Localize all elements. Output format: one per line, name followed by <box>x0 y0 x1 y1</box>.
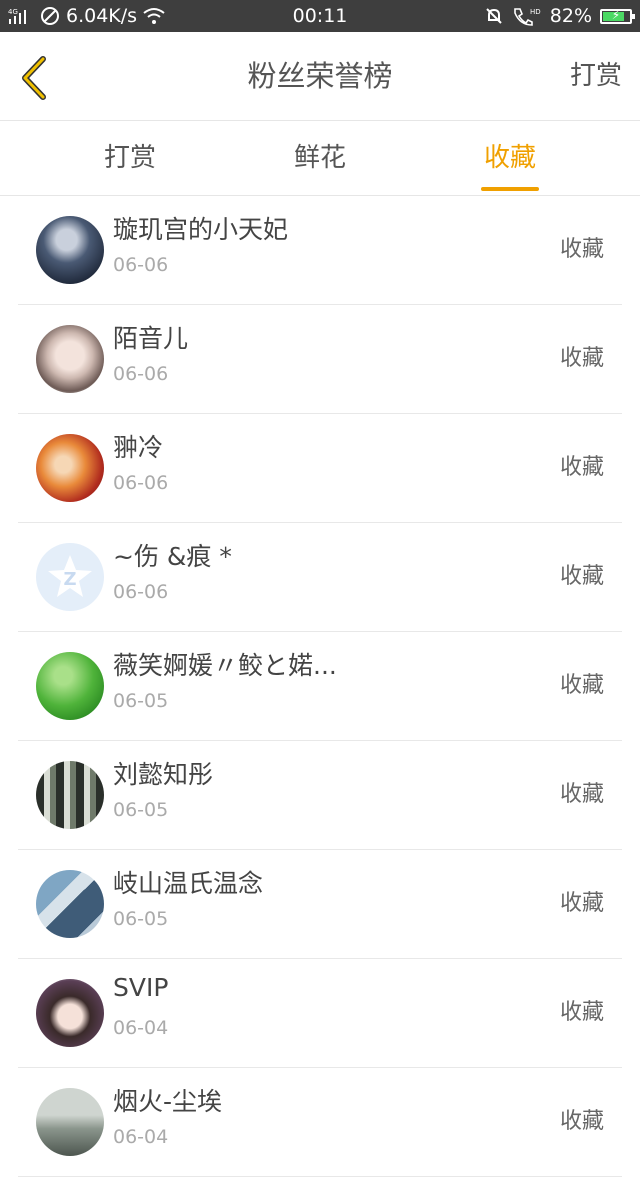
avatar[interactable] <box>36 979 104 1047</box>
fan-name: 璇玑宫的小天妃 <box>113 215 289 244</box>
fan-type: 收藏 <box>559 891 604 916</box>
app-header: 粉丝荣誉榜 打赏 <box>0 32 640 121</box>
tab-favorites[interactable]: 收藏 <box>450 121 570 195</box>
reward-button[interactable]: 打赏 <box>570 32 622 120</box>
fan-date: 06-06 <box>113 472 169 494</box>
avatar[interactable] <box>36 216 104 284</box>
svg-text:Z: Z <box>63 569 76 590</box>
fan-date: 06-04 <box>113 1126 169 1148</box>
list-item[interactable]: 烟火-尘埃 06-04 收藏 <box>18 1068 622 1177</box>
avatar[interactable] <box>36 652 104 720</box>
tab-flowers[interactable]: 鲜花 <box>260 121 380 195</box>
fan-type: 收藏 <box>559 1109 604 1134</box>
svg-text:HD: HD <box>530 8 541 16</box>
hd-call-icon: HD <box>512 6 542 26</box>
fan-type: 收藏 <box>559 564 604 589</box>
fan-date: 06-05 <box>113 799 169 821</box>
status-bar: 4G 6.04K/s 00:11 HD 82% ⚡ <box>0 0 640 32</box>
fan-name: 薇笑婀媛〃鲛と婼... <box>113 651 337 680</box>
battery-icon: ⚡ <box>600 8 635 24</box>
fan-type: 收藏 <box>559 346 604 371</box>
list-item[interactable]: 岐山温氏温念 06-05 收藏 <box>18 850 622 959</box>
tab-favorites-label: 收藏 <box>483 143 536 173</box>
fan-date: 06-04 <box>113 1017 169 1039</box>
list-item[interactable]: 璇玑宫的小天妃 06-06 收藏 <box>18 196 622 305</box>
mute-bell-icon <box>484 6 504 26</box>
fan-type: 收藏 <box>559 1000 604 1025</box>
page-title: 粉丝荣誉榜 <box>247 59 393 93</box>
fan-date: 06-06 <box>113 363 169 385</box>
fan-name: 烟火-尘埃 <box>113 1087 223 1116</box>
active-tab-indicator <box>481 187 539 191</box>
avatar[interactable]: Z <box>36 543 104 611</box>
list-item[interactable]: 翀冷 06-06 收藏 <box>18 414 622 523</box>
fan-name: 陌音儿 <box>113 324 189 353</box>
fan-type: 收藏 <box>559 455 604 480</box>
fan-date: 06-05 <box>113 690 169 712</box>
tab-reward[interactable]: 打赏 <box>70 121 190 195</box>
fan-type: 收藏 <box>559 673 604 698</box>
list-item[interactable]: SVIP 06-04 收藏 <box>18 959 622 1068</box>
list-item[interactable]: 刘懿知彤 06-05 收藏 <box>18 741 622 850</box>
tab-bar: 打赏 鲜花 收藏 <box>0 121 640 196</box>
list-item[interactable]: 陌音儿 06-06 收藏 <box>18 305 622 414</box>
default-avatar-star-icon: Z <box>48 555 92 597</box>
fan-type: 收藏 <box>559 782 604 807</box>
fan-name: 岐山温氏温念 <box>113 869 264 898</box>
list-item[interactable]: 薇笑婀媛〃鲛と婼... 06-05 收藏 <box>18 632 622 741</box>
fan-list: 璇玑宫的小天妃 06-06 收藏 陌音儿 06-06 收藏 翀冷 06-06 收… <box>0 196 640 1177</box>
avatar[interactable] <box>36 434 104 502</box>
fan-date: 06-06 <box>113 581 169 603</box>
fan-name: 翀冷 <box>113 433 164 462</box>
battery-percent: 82% <box>549 5 592 27</box>
list-item[interactable]: Z ~伤 &痕 * 06-06 收藏 <box>18 523 622 632</box>
avatar[interactable] <box>36 325 104 393</box>
fan-name: 刘懿知彤 <box>113 760 214 789</box>
avatar[interactable] <box>36 870 104 938</box>
avatar[interactable] <box>36 1088 104 1156</box>
fan-name: ~伤 &痕 * <box>113 542 232 571</box>
fan-date: 06-05 <box>113 908 169 930</box>
avatar[interactable] <box>36 761 104 829</box>
fan-date: 06-06 <box>113 254 169 276</box>
fan-type: 收藏 <box>559 237 604 262</box>
fan-name: SVIP <box>113 973 169 1002</box>
